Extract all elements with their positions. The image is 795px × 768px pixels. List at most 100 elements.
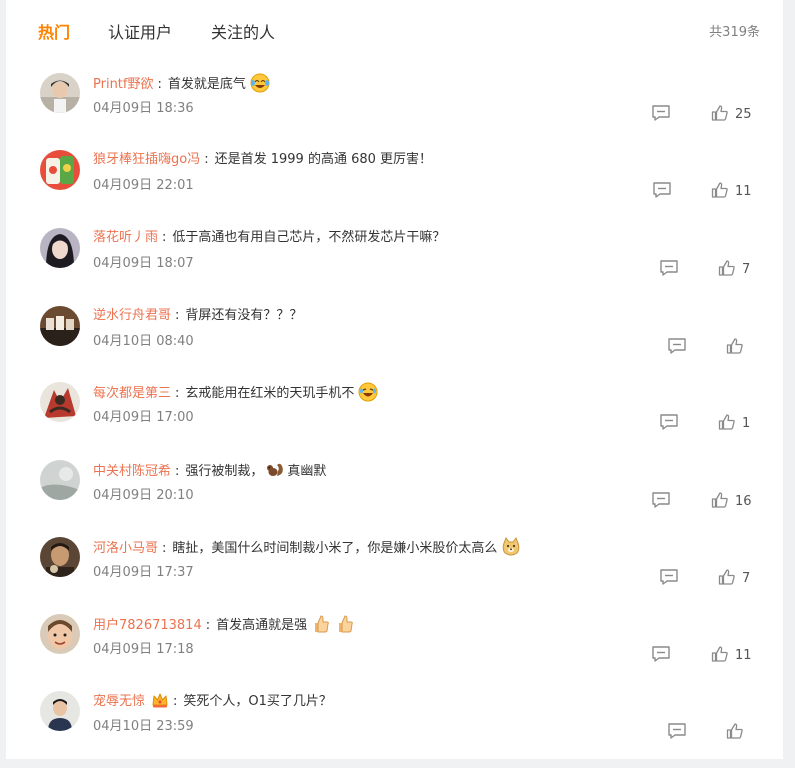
comment-item: 逆水行舟君哥: 背屏还有没有？？？ 04月10日 08:40 bbox=[6, 306, 783, 383]
like-button[interactable]: 16 bbox=[711, 491, 752, 511]
comment-time: 04月09日 18:07 bbox=[93, 256, 194, 271]
avatar[interactable] bbox=[40, 382, 80, 422]
comment-item: 狼牙棒狂插嗨go冯: 还是首发 1999 的高通 680 更厉害！ 04月09日 … bbox=[6, 150, 783, 227]
reply-icon[interactable] bbox=[667, 337, 687, 355]
avatar[interactable] bbox=[40, 150, 80, 190]
like-count: 11 bbox=[735, 184, 752, 199]
username[interactable]: 狼牙棒狂插嗨go冯 bbox=[93, 152, 200, 167]
thumbs-up-icon bbox=[711, 646, 728, 662]
avatar[interactable] bbox=[40, 228, 80, 268]
comment-text: 还是首发 1999 的高通 680 更厉害！ bbox=[214, 152, 433, 167]
comment-text: 低于高通也有用自己芯片，不然研发芯片干嘛？ bbox=[172, 230, 446, 245]
thumbs-up-icon bbox=[711, 182, 728, 198]
thumbs-up-emoji bbox=[335, 614, 355, 634]
reply-icon[interactable] bbox=[659, 413, 679, 431]
comment-line: 逆水行舟君哥: 背屏还有没有？？？ bbox=[93, 308, 303, 323]
like-count: 11 bbox=[735, 648, 752, 663]
like-count: 1 bbox=[742, 416, 751, 431]
avatar[interactable] bbox=[40, 306, 80, 346]
reply-icon[interactable] bbox=[651, 491, 671, 509]
laugh-cry-emoji bbox=[250, 73, 270, 93]
avatar[interactable] bbox=[40, 691, 80, 731]
reply-icon[interactable] bbox=[652, 181, 672, 199]
comment-text: 笑死个人，O1买了几片？ bbox=[183, 694, 332, 709]
avatar[interactable] bbox=[40, 73, 80, 113]
like-count: 25 bbox=[735, 107, 752, 122]
username[interactable]: 河洛小马哥 bbox=[93, 541, 158, 556]
comment-time: 04月09日 22:01 bbox=[93, 178, 194, 193]
reply-icon[interactable] bbox=[651, 104, 671, 122]
username[interactable]: 落花听丿雨 bbox=[93, 230, 158, 245]
username[interactable]: 中关村陈冠希 bbox=[93, 464, 171, 479]
username[interactable]: 每次都是第三 bbox=[93, 386, 171, 401]
like-count: 16 bbox=[735, 494, 752, 509]
comment-text-tail: 真幽默 bbox=[287, 464, 327, 479]
comment-text: 背屏还有没有？？？ bbox=[185, 308, 303, 323]
comment-item: 用户7826713814: 首发高通就是强 04月09日 17:18 11 bbox=[6, 614, 783, 691]
comment-time: 04月09日 20:10 bbox=[93, 488, 194, 503]
like-button[interactable] bbox=[726, 722, 750, 742]
tab-hot[interactable]: 热门 bbox=[38, 22, 70, 44]
avatar[interactable] bbox=[40, 537, 80, 577]
comment-text: 首发高通就是强 bbox=[216, 618, 308, 633]
thumbs-up-icon bbox=[711, 492, 728, 508]
comment-line: 落花听丿雨: 低于高通也有用自己芯片，不然研发芯片干嘛？ bbox=[93, 230, 446, 245]
comment-count: 共319条 bbox=[709, 25, 760, 40]
comment-item: 落花听丿雨: 低于高通也有用自己芯片，不然研发芯片干嘛？ 04月09日 18:07… bbox=[6, 228, 783, 305]
thumbs-up-icon bbox=[718, 260, 735, 276]
comment-item: 宠辱无惊: 笑死个人，O1买了几片？ 04月10日 23:59 bbox=[6, 691, 783, 768]
thumbs-up-emoji bbox=[311, 614, 331, 634]
username[interactable]: 宠辱无惊 bbox=[93, 694, 145, 709]
thumbs-up-icon bbox=[718, 414, 735, 430]
thumbs-up-icon bbox=[726, 723, 743, 739]
comment-line: 中关村陈冠希: 强行被制裁， 真幽默 bbox=[93, 460, 326, 482]
comment-item: Printf野欲: 首发就是底气 04月09日 18:36 25 bbox=[6, 73, 783, 150]
comment-line: Printf野欲: 首发就是底气 bbox=[93, 73, 270, 95]
like-button[interactable]: 1 bbox=[718, 413, 750, 433]
comment-item: 中关村陈冠希: 强行被制裁， 真幽默 04月09日 20:10 16 bbox=[6, 460, 783, 537]
thumbs-up-icon bbox=[726, 338, 743, 354]
username[interactable]: 用户7826713814 bbox=[93, 618, 202, 633]
comments-panel: 热门 认证用户 关注的人 共319条 Printf野欲: 首发就是底气 04月09… bbox=[6, 0, 783, 759]
like-button[interactable]: 7 bbox=[718, 568, 750, 588]
reply-icon[interactable] bbox=[659, 259, 679, 277]
like-button[interactable]: 7 bbox=[718, 259, 750, 279]
comment-line: 河洛小马哥: 瞎扯，美国什么时间制裁小米了，你是嫌小米股价太高么 bbox=[93, 536, 521, 559]
comment-text: 玄戒能用在红米的天玑手机不 bbox=[185, 386, 355, 401]
avatar[interactable] bbox=[40, 460, 80, 500]
comment-line: 用户7826713814: 首发高通就是强 bbox=[93, 614, 355, 636]
comment-line: 每次都是第三: 玄戒能用在红米的天玑手机不 bbox=[93, 382, 378, 404]
laugh-emoji bbox=[358, 382, 378, 402]
comment-time: 04月10日 08:40 bbox=[93, 334, 194, 349]
comment-time: 04月09日 17:18 bbox=[93, 642, 194, 657]
like-button[interactable]: 11 bbox=[711, 645, 752, 665]
tab-verified-users[interactable]: 认证用户 bbox=[108, 22, 172, 44]
squirrel-emoji bbox=[265, 460, 285, 480]
reply-icon[interactable] bbox=[659, 568, 679, 586]
like-button[interactable]: 25 bbox=[711, 104, 752, 124]
comment-time: 04月09日 17:37 bbox=[93, 565, 194, 580]
thumbs-up-icon bbox=[711, 105, 728, 121]
comment-line: 宠辱无惊: 笑死个人，O1买了几片？ bbox=[93, 691, 332, 712]
like-count: 7 bbox=[742, 571, 751, 586]
comment-time: 04月09日 17:00 bbox=[93, 410, 194, 425]
avatar[interactable] bbox=[40, 614, 80, 654]
comment-text: 首发就是底气 bbox=[167, 77, 246, 92]
comment-time: 04月09日 18:36 bbox=[93, 101, 194, 116]
comment-tabs: 热门 认证用户 关注的人 共319条 bbox=[6, 0, 783, 64]
tab-following[interactable]: 关注的人 bbox=[211, 22, 275, 44]
like-count: 7 bbox=[742, 262, 751, 277]
like-button[interactable] bbox=[726, 337, 750, 357]
username[interactable]: Printf野欲 bbox=[93, 77, 153, 92]
comment-line: 狼牙棒狂插嗨go冯: 还是首发 1999 的高通 680 更厉害！ bbox=[93, 152, 433, 167]
like-button[interactable]: 11 bbox=[711, 181, 752, 201]
comment-time: 04月10日 23:59 bbox=[93, 719, 194, 734]
reply-icon[interactable] bbox=[667, 722, 687, 740]
thumbs-up-icon bbox=[718, 569, 735, 585]
doge-emoji bbox=[501, 536, 521, 557]
reply-icon[interactable] bbox=[651, 645, 671, 663]
username[interactable]: 逆水行舟君哥 bbox=[93, 308, 171, 323]
comment-text: 强行被制裁， bbox=[185, 464, 264, 479]
crown-icon bbox=[151, 691, 169, 709]
comment-item: 河洛小马哥: 瞎扯，美国什么时间制裁小米了，你是嫌小米股价太高么 04月09日 1… bbox=[6, 536, 783, 614]
